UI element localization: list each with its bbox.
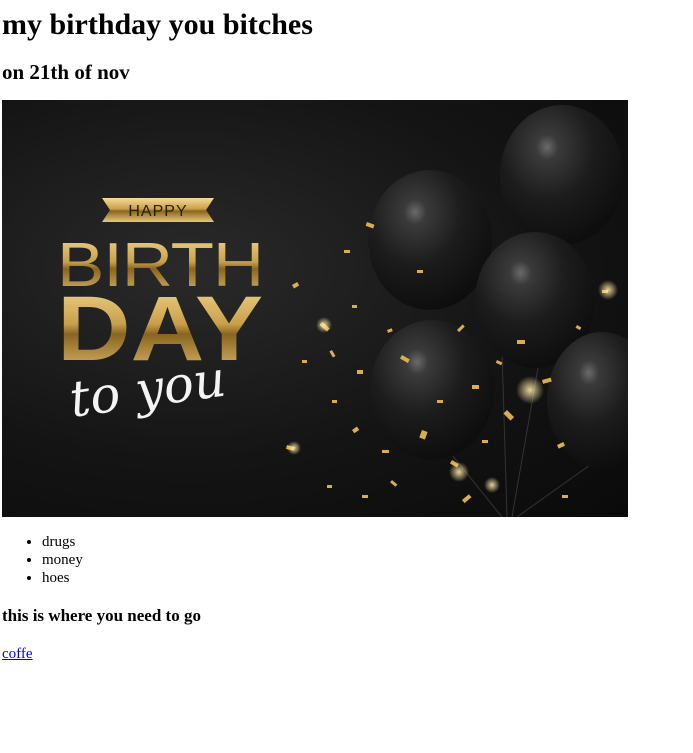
balloon — [370, 320, 494, 460]
list-item: hoes — [42, 569, 691, 587]
date-subtitle: on 21th of nov — [2, 60, 130, 84]
balloon-cluster — [368, 105, 628, 517]
coffe-link[interactable]: coffe — [2, 646, 33, 662]
happy-ribbon: HAPPY — [102, 198, 214, 222]
ribbon-text: HAPPY — [128, 203, 187, 220]
item-list: drugs money hoes — [2, 533, 691, 587]
balloon — [500, 105, 624, 245]
list-item: drugs — [42, 533, 691, 551]
balloon — [368, 170, 492, 310]
page-title: my birthday you bitches — [2, 8, 313, 41]
page: my birthday you bitches on 21th of nov H… — [0, 8, 693, 663]
birthday-banner-image: HAPPY BIRTH DAY to you — [2, 100, 628, 517]
list-item: money — [42, 551, 691, 569]
link-paragraph: coffe — [2, 645, 691, 663]
section-heading: this is where you need to go — [2, 606, 201, 625]
